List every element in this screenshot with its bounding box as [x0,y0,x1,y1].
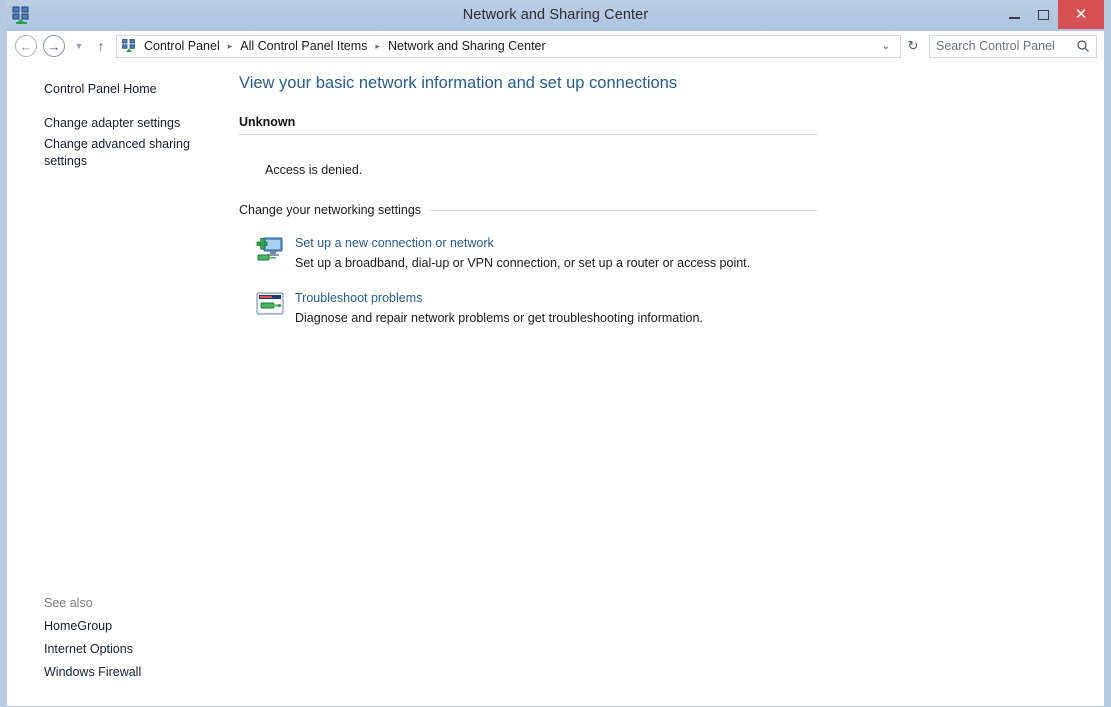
navigation-pane: Control Panel Home Change adapter settin… [7,62,232,706]
main-pane: View your basic network information and … [232,62,1104,706]
access-denied-message: Access is denied. [265,163,363,177]
divider [429,209,817,211]
maximize-button[interactable] [1029,0,1058,29]
action-body: Set up a new connection or network Set u… [295,233,750,272]
minimize-icon [1009,17,1020,19]
minimize-button[interactable] [1000,0,1029,29]
network-icon [121,38,137,54]
back-button[interactable]: ← [15,35,37,57]
up-arrow-icon: ↑ [97,38,105,54]
refresh-icon: ↻ [907,38,919,53]
sidebar-item-change-advanced-sharing-settings[interactable]: Change advanced sharing settings [7,134,197,172]
see-also-item-internet-options[interactable]: Internet Options [7,638,197,661]
forward-button[interactable]: → [43,35,65,57]
window-title: Network and Sharing Center [462,7,649,23]
close-button[interactable]: ✕ [1058,0,1104,29]
address-bar: ← → ▼ ↑ Control Panel ▸ All Control Pane… [7,31,1104,62]
network-name-label: Unknown [239,115,296,129]
action-troubleshoot-problems[interactable]: Troubleshoot problems Diagnose and repai… [254,288,1104,327]
chevron-down-icon[interactable]: ⌄ [876,41,896,52]
back-arrow-icon: ← [19,38,33,54]
window-controls: ✕ [1000,0,1104,29]
action-description: Diagnose and repair network problems or … [295,311,703,325]
chevron-down-icon: ▼ [74,41,84,51]
refresh-button[interactable]: ↻ [901,38,925,54]
search-box[interactable] [929,34,1097,58]
action-body: Troubleshoot problems Diagnose and repai… [295,288,703,327]
networking-settings-section-header: Change your networking settings [239,203,817,217]
breadcrumb-separator-icon: ▸ [227,40,233,51]
add-connection-icon [254,233,286,265]
sidebar-item-control-panel-home[interactable]: Control Panel Home [7,79,197,100]
action-description: Set up a broadband, dial-up or VPN conne… [295,256,751,270]
search-input[interactable] [936,39,1076,53]
application-window: Network and Sharing Center ✕ ← → ▼ ↑ Con… [0,0,1111,707]
action-set-up-new-connection[interactable]: Set up a new connection or network Set u… [254,233,1104,272]
link-set-up-a-new-connection-or-network[interactable]: Set up a new connection or network [295,235,494,252]
recent-locations-button[interactable]: ▼ [71,41,87,51]
sidebar-item-change-adapter-settings[interactable]: Change adapter settings [7,113,197,134]
breadcrumb-item-control-panel[interactable]: Control Panel [141,38,223,54]
link-troubleshoot-problems[interactable]: Troubleshoot problems [295,290,422,307]
content-area: Control Panel Home Change adapter settin… [7,62,1104,706]
breadcrumb-item-network-and-sharing-center[interactable]: Network and Sharing Center [385,38,549,54]
breadcrumb[interactable]: Control Panel ▸ All Control Panel Items … [116,34,901,58]
see-also-item-homegroup[interactable]: HomeGroup [7,615,197,638]
close-icon: ✕ [1074,6,1088,23]
up-button[interactable]: ↑ [91,38,111,54]
breadcrumb-item-all-control-panel-items[interactable]: All Control Panel Items [237,38,370,54]
maximize-icon [1038,9,1049,20]
page-title: View your basic network information and … [239,74,678,92]
section-title: Change your networking settings [239,203,422,217]
breadcrumb-separator-icon: ▸ [375,40,380,51]
see-also-item-windows-firewall[interactable]: Windows Firewall [7,661,197,684]
network-icon [10,4,32,26]
title-bar: Network and Sharing Center ✕ [7,0,1104,31]
forward-arrow-icon: → [47,38,61,54]
see-also-label: See also [44,596,93,610]
search-icon [1076,39,1090,53]
troubleshoot-icon [254,288,286,320]
see-also-section: See also HomeGroup Internet Options Wind… [7,596,232,684]
